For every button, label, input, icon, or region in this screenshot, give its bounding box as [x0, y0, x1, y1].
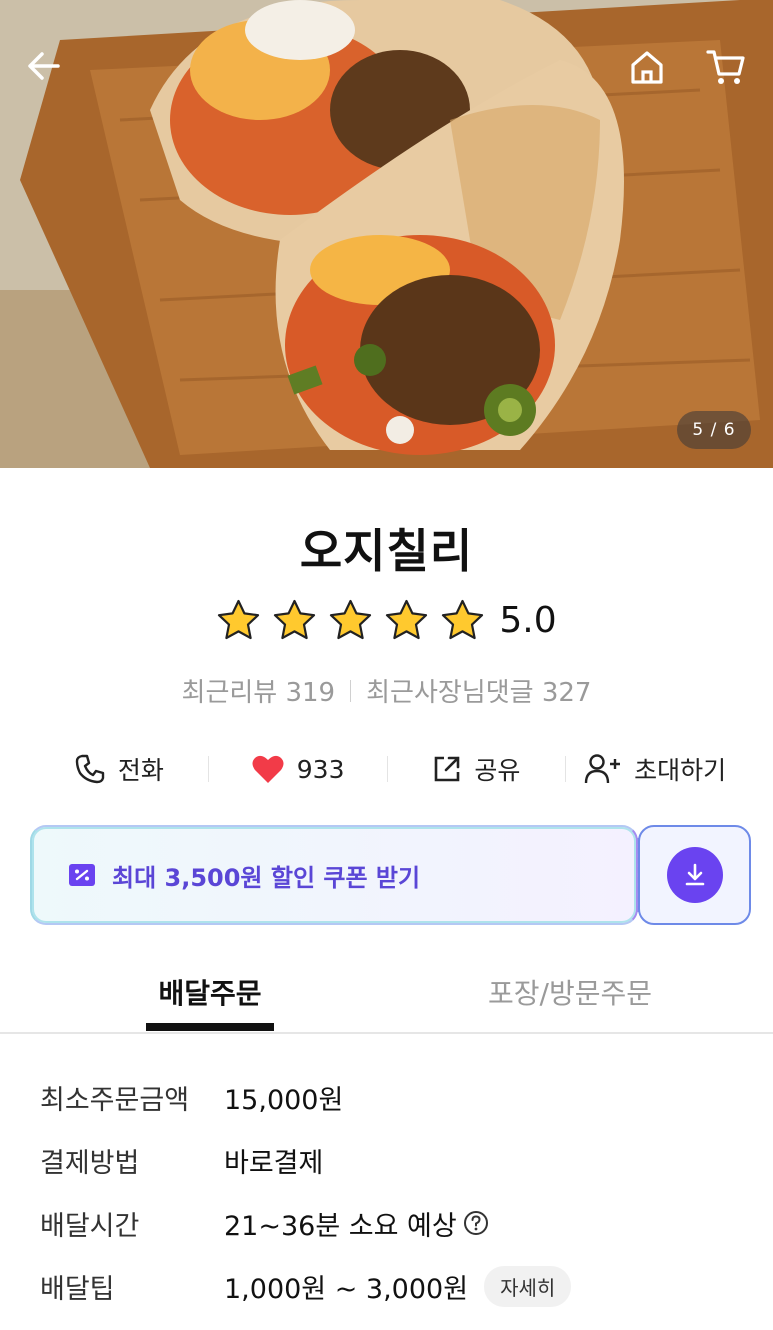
delivery-tip-value: 1,000원 ~ 3,000원 [224, 1273, 469, 1305]
delivery-time-label: 배달시간 [40, 1210, 140, 1242]
star-icon [330, 599, 372, 640]
coupon-banner[interactable]: 최대 3,500원 할인 쿠폰 받기 [30, 825, 638, 925]
home-icon [631, 51, 663, 84]
order-type-tabs: 배달주문 포장/방문주문 [0, 962, 773, 1034]
owner-replies-link[interactable]: 최근사장님댓글 327 [366, 672, 591, 709]
home-button[interactable] [628, 48, 676, 96]
coupon-label: 최대 3,500원 할인 쿠폰 받기 [112, 863, 421, 892]
min-order-row: 최소주문금액 15,000원 [40, 1077, 343, 1117]
share-icon [435, 756, 460, 782]
rating[interactable]: 5.0 [0, 598, 773, 643]
invite-label: 초대하기 [634, 756, 727, 785]
delivery-time-value-wrap: 21~36분 소요 예상 [224, 1204, 489, 1243]
coupon-download-button[interactable] [638, 825, 751, 925]
download-circle [666, 847, 723, 903]
delivery-time-row: 배달시간 21~36분 소요 예상 [40, 1203, 489, 1243]
invite-button[interactable]: 초대하기 [566, 751, 744, 787]
help-icon[interactable] [463, 1210, 489, 1236]
star-icon [218, 599, 260, 640]
hero-image[interactable]: 5 / 6 [0, 0, 773, 468]
cart-icon [706, 50, 745, 84]
back-arrow-icon [28, 52, 60, 80]
add-person-icon [584, 754, 621, 784]
delivery-tip-row: 배달팁 1,000원 ~ 3,000원 자세히 [40, 1265, 572, 1307]
coupon-icon [69, 864, 95, 886]
like-count: 933 [296, 754, 345, 784]
delivery-tip-label: 배달팁 [40, 1273, 115, 1305]
share-button[interactable]: 공유 [388, 751, 566, 787]
store-name: 오지칠리 [299, 524, 474, 578]
star-rating [216, 598, 485, 643]
image-counter: 5 / 6 [677, 411, 751, 449]
min-order-label: 최소주문금액 [40, 1084, 190, 1116]
delivery-tip-value-wrap: 1,000원 ~ 3,000원 자세히 [224, 1265, 572, 1307]
min-order-value: 15,000원 [224, 1084, 344, 1116]
active-tab-indicator [146, 1023, 274, 1031]
delivery-tip-detail-button[interactable]: 자세히 [484, 1265, 572, 1307]
tab-delivery[interactable]: 배달주문 [146, 972, 274, 1012]
heart-icon [252, 755, 284, 783]
call-button[interactable]: 전화 [30, 751, 208, 787]
cart-button[interactable] [706, 48, 754, 96]
payment-value: 바로결제 [224, 1147, 324, 1179]
store-actions: 전화 933 공유 초대하기 [30, 742, 744, 796]
divider [350, 679, 352, 702]
review-summary: 최근리뷰 319 최근사장님댓글 327 [0, 672, 773, 709]
download-icon [685, 863, 704, 886]
recent-reviews-link[interactable]: 최근리뷰 319 [182, 672, 336, 709]
delivery-time-value: 21~36분 소요 예상 [224, 1210, 457, 1242]
tab-takeout[interactable]: 포장/방문주문 [470, 972, 670, 1012]
like-button[interactable]: 933 [209, 753, 387, 785]
star-icon [442, 599, 484, 640]
star-icon [386, 599, 428, 640]
payment-label: 결제방법 [40, 1147, 140, 1179]
share-label: 공유 [474, 756, 521, 785]
rating-value: 5.0 [499, 600, 557, 641]
phone-icon [75, 754, 105, 784]
star-icon [274, 599, 316, 640]
payment-row: 결제방법 바로결제 [40, 1140, 323, 1180]
back-button[interactable] [26, 48, 74, 96]
call-label: 전화 [117, 756, 164, 785]
